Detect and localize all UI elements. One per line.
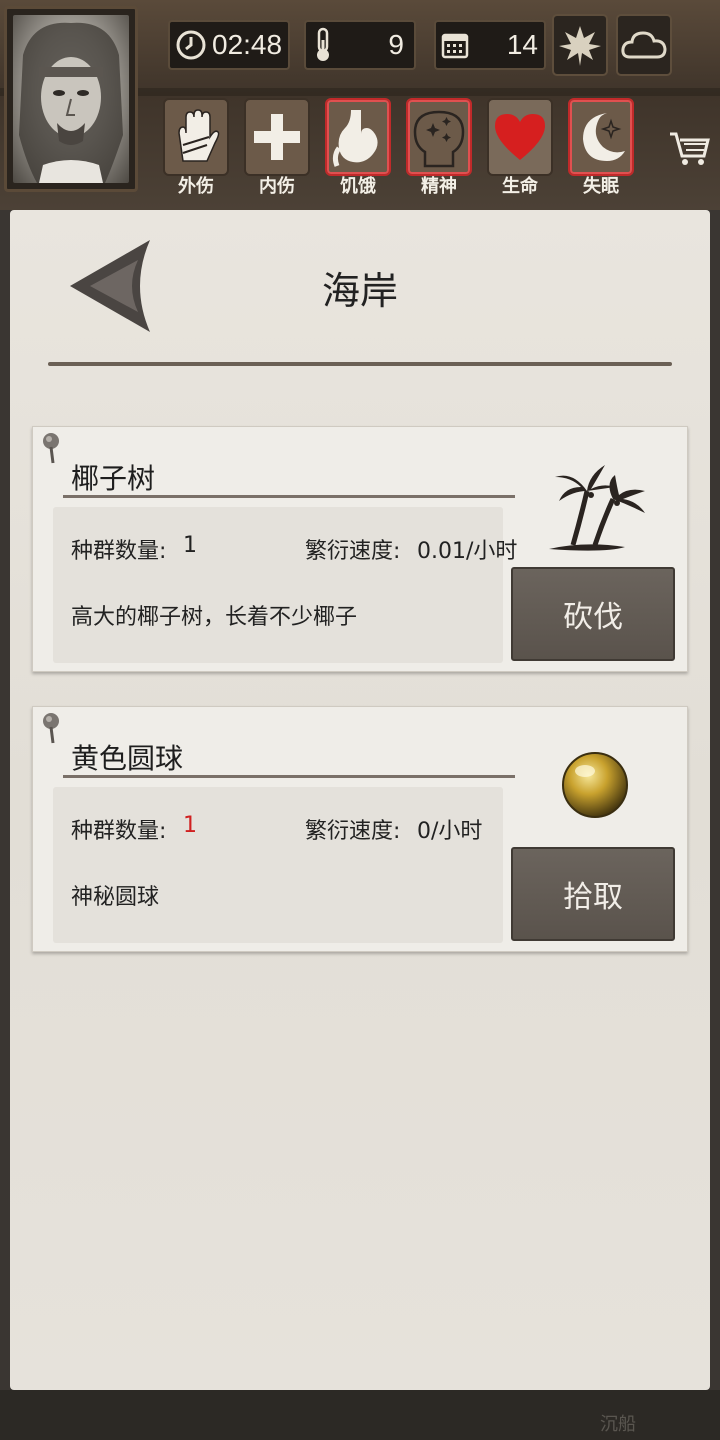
- growth-label: 繁衍速度:: [305, 539, 401, 564]
- back-arrow-icon: [70, 240, 150, 332]
- resource-description: 神秘圆球: [71, 885, 160, 910]
- leaf-icon: [559, 26, 601, 66]
- population-value: 1: [183, 813, 197, 838]
- resource-details: [53, 507, 503, 663]
- cloud-icon: [621, 31, 667, 59]
- character-portrait[interactable]: [4, 6, 138, 192]
- back-button[interactable]: [66, 236, 156, 336]
- status-internal-injury[interactable]: 内伤: [244, 98, 310, 197]
- growth-value: 0/小时: [417, 819, 483, 844]
- cross-icon: [254, 114, 300, 160]
- card-divider: [63, 495, 515, 498]
- resource-card: 椰子树 种群数量: 1 繁衍速度: 0.01/小时 高大的椰子树，长着不少椰子 …: [32, 426, 688, 672]
- footer-label: 沉船: [600, 1414, 636, 1435]
- heart-icon: [495, 114, 545, 160]
- pick-up-button[interactable]: 拾取: [511, 847, 675, 941]
- temperature-display: 9: [304, 20, 416, 70]
- temperature-value: 9: [388, 29, 404, 60]
- status-label: 内伤: [259, 176, 295, 197]
- resource-card: 黄色圆球 种群数量: 1 繁衍速度: 0/小时 神秘圆球 拾取: [32, 706, 688, 952]
- season-button[interactable]: [552, 14, 608, 76]
- resource-name: 椰子树: [71, 462, 156, 495]
- status-label: 生命: [502, 176, 538, 197]
- survivor-face-icon: [19, 22, 123, 183]
- thermometer-icon: [317, 27, 329, 61]
- population-value: 1: [183, 533, 197, 558]
- pushpin-icon: [43, 713, 59, 744]
- status-external-injury[interactable]: 外伤: [163, 98, 229, 197]
- status-health[interactable]: 生命: [487, 98, 553, 197]
- population-label: 种群数量:: [71, 819, 167, 844]
- population-label: 种群数量:: [71, 539, 167, 564]
- shop-button[interactable]: [664, 120, 714, 180]
- calendar-icon: [441, 33, 469, 59]
- avatar: [13, 15, 129, 183]
- resource-details: [53, 787, 503, 943]
- resource-description: 高大的椰子树，长着不少椰子: [71, 605, 358, 630]
- day-display: 14: [434, 20, 546, 70]
- status-label: 精神: [421, 176, 457, 197]
- status-label: 饥饿: [340, 176, 376, 197]
- status-mental[interactable]: 精神: [406, 98, 472, 197]
- yellow-orb-icon: [562, 752, 628, 818]
- hand-icon: [178, 109, 220, 162]
- cart-icon: [670, 132, 710, 165]
- page-title: 海岸: [321, 269, 398, 313]
- clock-display: 02:48: [168, 20, 290, 70]
- growth-label: 繁衍速度:: [305, 819, 401, 844]
- moon-star-icon: [583, 113, 625, 161]
- status-label: 失眠: [583, 176, 619, 197]
- chop-button[interactable]: 砍伐: [511, 567, 675, 661]
- status-insomnia[interactable]: 失眠: [568, 98, 634, 197]
- time-value: 02:48: [212, 29, 283, 60]
- growth-value: 0.01/小时: [417, 539, 518, 564]
- pushpin-icon: [43, 433, 59, 464]
- status-label: 外伤: [178, 176, 214, 197]
- status-hunger[interactable]: 饥饿: [325, 98, 391, 197]
- title-divider: [48, 362, 672, 366]
- card-divider: [63, 775, 515, 778]
- resource-name: 黄色圆球: [71, 742, 184, 775]
- clock-icon: [176, 30, 206, 60]
- weather-button[interactable]: [616, 14, 672, 76]
- head-sparkle-icon: [413, 110, 465, 168]
- palm-tree-icon: [549, 465, 645, 551]
- day-value: 14: [506, 29, 538, 60]
- stomach-icon: [332, 110, 378, 167]
